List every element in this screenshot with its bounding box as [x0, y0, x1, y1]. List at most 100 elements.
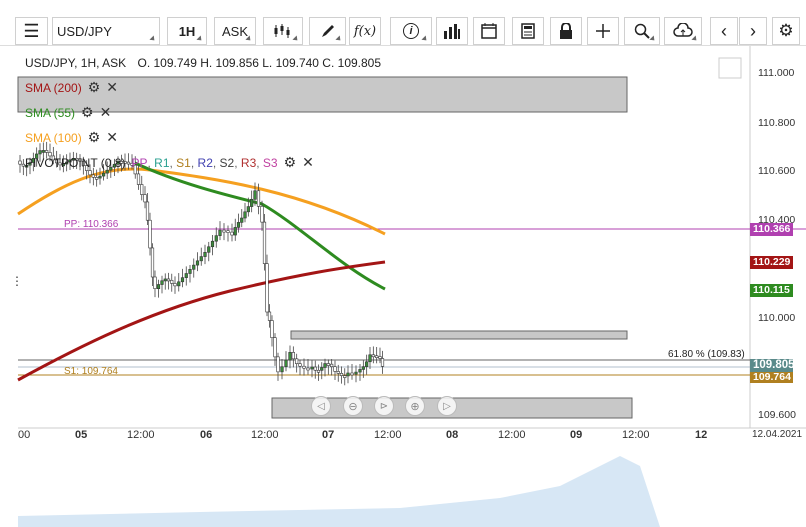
- close-icon[interactable]: ✕: [302, 154, 314, 171]
- menu-button[interactable]: ☰: [15, 17, 48, 45]
- drawing-tools-button[interactable]: [309, 17, 346, 45]
- hamburger-icon: ☰: [23, 20, 40, 41]
- chevron-right-icon: ▷: [443, 400, 451, 412]
- chart-header: USD/JPY, 1H, ASK O. 109.749 H. 109.856 L…: [25, 56, 381, 70]
- volume-button[interactable]: [436, 17, 468, 45]
- indicator-sma-100[interactable]: SMA (100) ⚙ ✕: [25, 129, 118, 146]
- candle-body: [222, 229, 226, 233]
- price-type-selector[interactable]: ASK: [214, 17, 256, 45]
- gear-icon[interactable]: ⚙: [88, 129, 101, 146]
- candle-body: [88, 170, 92, 176]
- pivot-label: PIVOTPOINT (0.8): [25, 155, 126, 170]
- candle-body: [136, 173, 141, 185]
- close-icon[interactable]: ✕: [106, 79, 118, 96]
- crosshair-icon: [596, 24, 610, 38]
- candle-body: [203, 251, 207, 257]
- gear-icon[interactable]: ⚙: [284, 154, 297, 171]
- volume-area: [18, 456, 660, 527]
- candles-icon: [274, 24, 290, 38]
- timeframe-selector[interactable]: 1H: [167, 17, 207, 45]
- time-tick: 12:00: [127, 429, 155, 441]
- candle-body: [160, 280, 164, 285]
- timeframe-label: 1H: [178, 23, 196, 39]
- candle-body: [143, 194, 147, 203]
- candle-body: [302, 365, 306, 369]
- cloud-upload-icon: [673, 23, 693, 37]
- candle-body: [195, 260, 200, 266]
- indicator-label: SMA (55): [25, 105, 76, 120]
- zoom-button[interactable]: [624, 17, 660, 45]
- calendar-icon: [481, 23, 497, 39]
- indicator-pivot[interactable]: PIVOTPOINT (0.8) PP, R1, S1, R2, S2, R3,…: [25, 154, 314, 171]
- indicator-sma-55[interactable]: SMA (55) ⚙ ✕: [25, 104, 111, 121]
- pivot-level-r3: R3: [240, 155, 257, 170]
- candle-body: [150, 247, 155, 278]
- zoom-out-button[interactable]: ⊖: [343, 396, 363, 416]
- chart-canvas: [17, 46, 806, 527]
- candle-body: [354, 371, 358, 375]
- candle-body: [333, 366, 337, 372]
- gear-icon: ⚙: [778, 21, 794, 40]
- gear-icon[interactable]: ⚙: [81, 104, 94, 121]
- pivot-level-r1: R1: [154, 155, 170, 170]
- time-tick: 12:00: [374, 429, 402, 441]
- candle-body: [207, 246, 211, 253]
- scroll-left-button[interactable]: ‹: [710, 17, 738, 45]
- reset-zoom-button[interactable]: ⊳: [374, 396, 394, 416]
- candle-body: [91, 174, 95, 178]
- candle-body: [270, 320, 274, 338]
- candle-body: [173, 283, 177, 287]
- chart-type-button[interactable]: [263, 17, 303, 45]
- candle-body: [310, 366, 314, 370]
- candle-body: [192, 264, 196, 270]
- indicators-button[interactable]: f(x): [349, 17, 381, 45]
- indicator-sma-200[interactable]: SMA (200) ⚙ ✕: [25, 79, 118, 96]
- candle-body: [102, 172, 106, 177]
- info-button[interactable]: i: [390, 17, 432, 45]
- panel-drag-handle[interactable]: ⋮: [11, 274, 23, 288]
- scroll-right-button[interactable]: ›: [739, 17, 767, 45]
- dropdown-caret-icon: [149, 35, 157, 43]
- close-icon[interactable]: ✕: [106, 129, 118, 146]
- pivot-level-s3: S3: [262, 155, 278, 170]
- fit-icon: ⊳: [379, 400, 389, 412]
- time-tick: 06: [200, 429, 213, 441]
- candle-body: [288, 352, 292, 361]
- gear-icon[interactable]: ⚙: [88, 79, 101, 96]
- crosshair-button[interactable]: [587, 17, 619, 45]
- candle-body: [280, 366, 284, 373]
- bar-chart-icon: [444, 24, 460, 39]
- price-tick: 109.600: [758, 409, 796, 421]
- candle-body: [41, 150, 45, 153]
- upload-button[interactable]: [664, 17, 702, 45]
- nav-left-button[interactable]: ◁: [311, 396, 331, 416]
- pp-line-label: PP: 110.366: [64, 219, 119, 230]
- dropdown-caret-icon: [196, 35, 204, 43]
- fullscreen-icon[interactable]: [718, 57, 742, 79]
- candle-body: [199, 256, 203, 262]
- price-tag-pp: 110.366: [750, 223, 793, 236]
- report-button[interactable]: [512, 17, 544, 45]
- price-type-label: ASK: [221, 23, 248, 39]
- candle-body: [291, 352, 295, 360]
- pivot-levels: PP, R1, S1, R2, S2, R3, S3: [131, 155, 278, 170]
- settings-button[interactable]: ⚙: [772, 17, 800, 45]
- zoom-in-button[interactable]: ⊕: [405, 396, 425, 416]
- indicator-label: SMA (100): [25, 130, 82, 145]
- candle-body: [313, 366, 317, 371]
- candle-body: [256, 190, 261, 207]
- calendar-button[interactable]: [473, 17, 505, 45]
- candle-body: [243, 211, 247, 219]
- time-tick: 00: [18, 429, 31, 441]
- lock-button[interactable]: [550, 17, 582, 45]
- symbol-selector[interactable]: USD/JPY: [52, 17, 160, 45]
- nav-right-button[interactable]: ▷: [437, 396, 457, 416]
- candle-body: [260, 206, 264, 223]
- lock-icon: [560, 23, 572, 39]
- price-chart[interactable]: ⋮ USD/JPY, 1H, ASK O. 109.749 H. 109.856…: [0, 46, 806, 527]
- time-tick: 07: [322, 429, 335, 441]
- s1-line-label: S1: 109.764: [64, 366, 118, 377]
- candle-body: [276, 356, 280, 373]
- close-icon[interactable]: ✕: [100, 104, 112, 121]
- info-icon: i: [403, 23, 419, 39]
